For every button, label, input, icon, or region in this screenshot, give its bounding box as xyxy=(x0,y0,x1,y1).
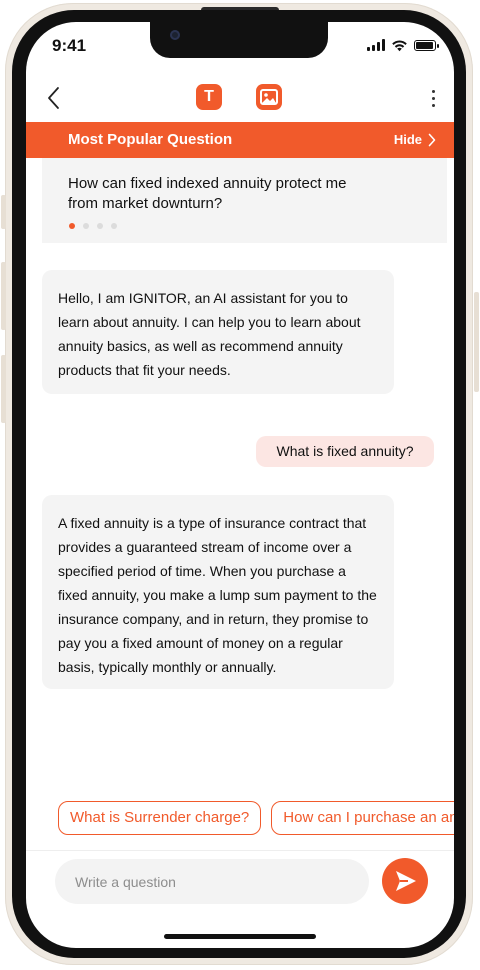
chevron-left-icon xyxy=(48,87,59,109)
silent-switch xyxy=(1,195,6,229)
popular-question-title: Most Popular Question xyxy=(68,131,233,148)
top-nav: T xyxy=(26,80,454,116)
back-button[interactable] xyxy=(44,84,68,112)
text-mode-button[interactable]: T xyxy=(196,84,222,110)
front-camera xyxy=(170,30,180,40)
assistant-message: Hello, I am IGNITOR, an AI assistant for… xyxy=(42,270,394,394)
carousel-dot[interactable] xyxy=(69,223,75,229)
volume-down-button xyxy=(1,355,6,423)
carousel-dot[interactable] xyxy=(111,223,117,229)
power-button xyxy=(474,292,479,392)
hide-label: Hide xyxy=(393,132,422,147)
phone-screen: 9:41 T Most Popular Question Hide How ca… xyxy=(26,22,454,948)
carousel-dots xyxy=(69,223,117,229)
popular-question-card: How can fixed indexed annuity protect me… xyxy=(42,158,447,243)
carousel-dot[interactable] xyxy=(83,223,89,229)
hide-button[interactable]: Hide xyxy=(394,132,436,147)
composer-divider xyxy=(26,850,454,851)
image-icon xyxy=(260,89,278,105)
cellular-signal-icon xyxy=(367,39,385,51)
assistant-message: A fixed annuity is a type of insurance c… xyxy=(42,495,394,689)
status-icons xyxy=(367,38,439,52)
volume-up-button xyxy=(1,262,6,330)
chevron-right-icon xyxy=(428,133,436,146)
send-button[interactable] xyxy=(382,858,428,904)
battery-icon xyxy=(414,39,439,51)
more-vertical-icon xyxy=(431,89,435,93)
user-message: What is fixed annuity? xyxy=(256,436,434,467)
popular-question-header: Most Popular Question Hide xyxy=(26,122,454,158)
wifi-icon xyxy=(392,39,407,51)
notch xyxy=(150,22,328,58)
popular-question-text[interactable]: How can fixed indexed annuity protect me… xyxy=(68,174,368,214)
status-time: 9:41 xyxy=(52,36,87,55)
send-icon xyxy=(396,871,416,891)
more-options-button[interactable] xyxy=(428,84,438,112)
suggestion-chip[interactable]: How can I purchase an annuity? xyxy=(271,801,454,835)
image-mode-button[interactable] xyxy=(256,84,282,110)
text-mode-icon: T xyxy=(204,88,214,105)
suggestion-chips: What is Surrender charge? How can I purc… xyxy=(58,801,454,835)
suggestion-chip[interactable]: What is Surrender charge? xyxy=(58,801,262,835)
question-input[interactable] xyxy=(55,859,369,904)
home-indicator xyxy=(164,934,316,939)
carousel-dot[interactable] xyxy=(97,223,103,229)
